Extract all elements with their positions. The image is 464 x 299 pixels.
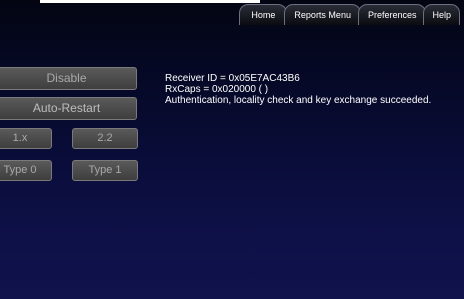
type1-button[interactable]: Type 1 [72,160,138,181]
rxcaps-text: RxCaps = 0x020000 ( ) [165,84,269,95]
version-1x-button[interactable]: 1.x [0,128,52,149]
type0-button[interactable]: Type 0 [0,160,52,181]
tab-reports-menu[interactable]: Reports Menu [284,4,361,25]
tab-home[interactable]: Home [239,4,288,25]
nav-tab-bar: Home Reports Menu Preferences Help [239,4,460,25]
tab-preferences[interactable]: Preferences [357,4,427,25]
top-white-strip [40,0,260,3]
result-message: Authentication, locality check and key e… [165,95,432,106]
auto-restart-button[interactable]: Auto-Restart [0,97,137,120]
receiver-id-text: Receiver ID = 0x05E7AC43B6 [165,73,300,84]
version-22-button[interactable]: 2.2 [72,128,138,149]
disable-button[interactable]: Disable [0,67,137,90]
status-info: Receiver ID = 0x05E7AC43B6 RxCaps = 0x02… [165,73,431,106]
tab-help[interactable]: Help [423,4,460,25]
